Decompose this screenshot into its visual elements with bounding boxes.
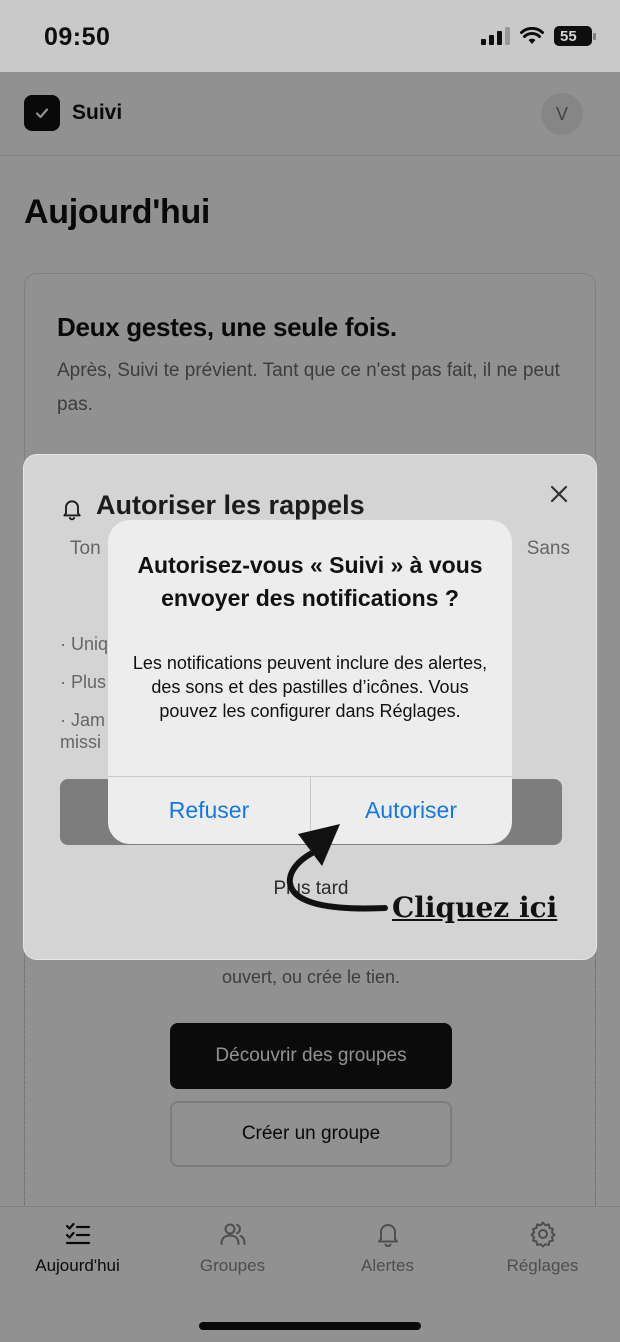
modal-title: Autoriser les rappels [96, 490, 365, 520]
alert-message: Les notifications peuvent inclure des al… [132, 653, 488, 721]
modal-body-start: Ton [70, 538, 101, 559]
bell-icon [63, 500, 81, 521]
notification-permission-alert: Autorisez-vous « Suivi » à vous envoyer … [108, 520, 512, 844]
modal-body-end: Sans [526, 538, 570, 559]
alert-title: Autorisez-vous « Suivi » à vous envoyer … [137, 552, 483, 611]
annotation-label: Cliquez ici [392, 891, 558, 924]
annotation-arrow-icon [286, 824, 388, 912]
status-dim-overlay [0, 0, 620, 72]
close-icon[interactable] [548, 483, 570, 505]
